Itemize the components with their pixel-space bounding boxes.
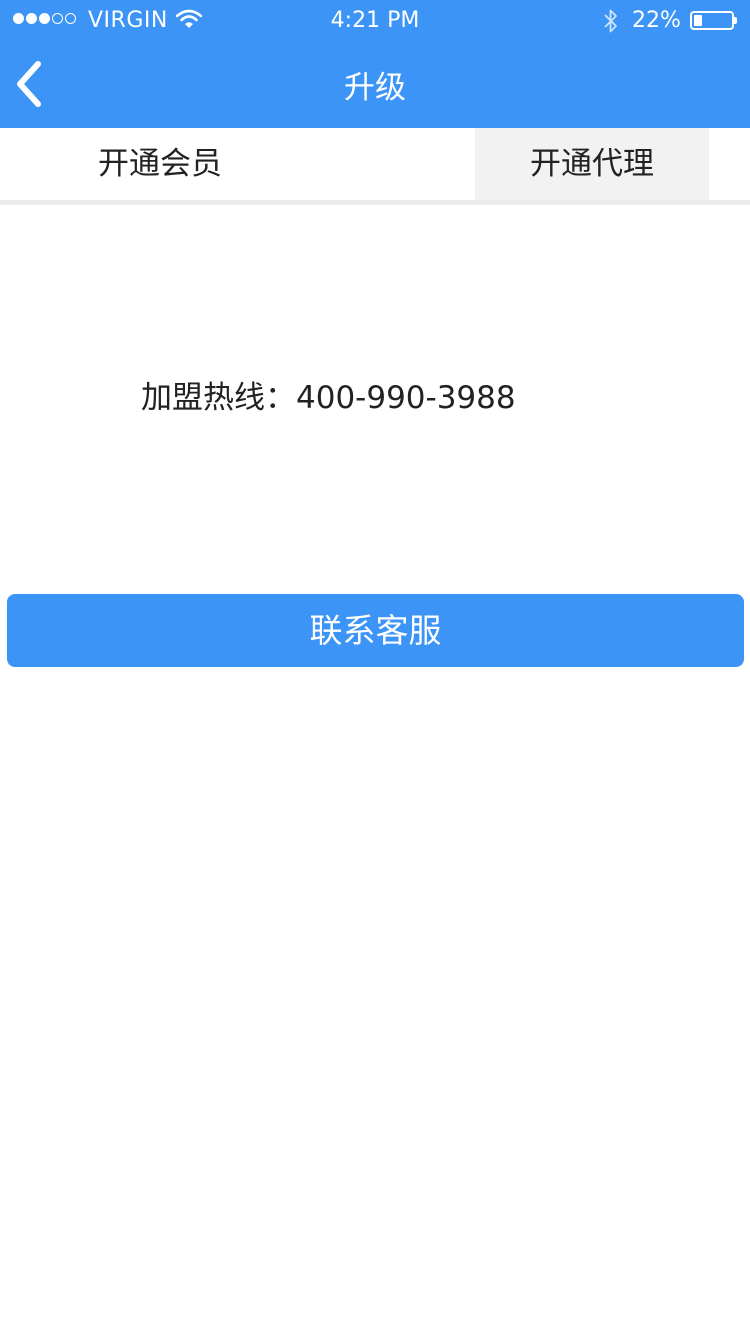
tab-bar: 开通会员 开通代理 bbox=[0, 128, 750, 200]
battery-percent: 22% bbox=[632, 8, 681, 33]
franchise-hotline: 加盟热线：400-990-3988 bbox=[141, 380, 516, 416]
back-button[interactable] bbox=[10, 60, 54, 108]
tab-divider bbox=[0, 200, 750, 205]
battery-nub bbox=[734, 17, 737, 24]
bluetooth-icon bbox=[602, 8, 620, 40]
tab-open-agency[interactable]: 开通代理 bbox=[475, 128, 709, 200]
battery-icon bbox=[690, 11, 737, 30]
tab-open-membership[interactable]: 开通会员 bbox=[45, 128, 275, 200]
page-title: 升级 bbox=[344, 70, 406, 106]
contact-support-button[interactable]: 联系客服 bbox=[7, 594, 744, 667]
status-bar: VIRGIN 4:21 PM 22% bbox=[0, 0, 750, 40]
battery-level bbox=[694, 15, 702, 26]
nav-header: VIRGIN 4:21 PM 22% 升级 bbox=[0, 0, 750, 128]
chevron-left-icon bbox=[17, 61, 41, 107]
